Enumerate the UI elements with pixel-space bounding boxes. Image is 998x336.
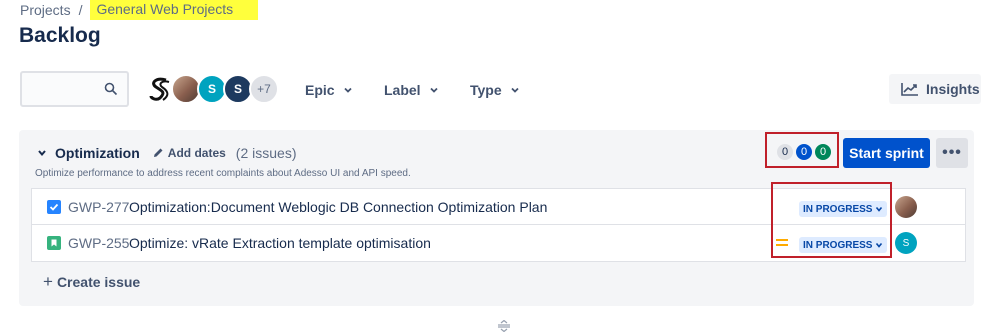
search-input[interactable] bbox=[20, 71, 129, 107]
breadcrumb-project-link[interactable]: General Web Projects bbox=[90, 0, 259, 20]
label-filter[interactable]: Label bbox=[384, 80, 439, 100]
chevron-down-icon bbox=[343, 87, 352, 93]
breadcrumb: Projects / General Web Projects bbox=[20, 0, 259, 20]
type-filter[interactable]: Type bbox=[470, 80, 520, 100]
issue-summary[interactable]: Optimize: vRate Extraction template opti… bbox=[129, 235, 431, 251]
create-issue-label: Create issue bbox=[56, 274, 141, 290]
insights-label: Insights bbox=[926, 81, 980, 97]
s-logo-icon bbox=[149, 77, 170, 101]
sprint-description: Optimize performance to address recent c… bbox=[35, 168, 411, 179]
sprint-container: Optimization Add dates (2 issues) Optimi… bbox=[19, 130, 974, 306]
add-dates-label: Add dates bbox=[167, 146, 226, 160]
chevron-down-icon bbox=[511, 87, 519, 93]
search-icon bbox=[104, 82, 118, 96]
trend-chart-icon bbox=[901, 83, 918, 96]
create-issue-button[interactable]: + Create issue bbox=[43, 272, 140, 292]
more-actions-button[interactable]: ••• bbox=[936, 138, 968, 168]
epic-filter[interactable]: Epic bbox=[305, 80, 353, 100]
breadcrumb-separator: / bbox=[78, 2, 83, 18]
sprint-issue-count: (2 issues) bbox=[235, 145, 297, 161]
assignee-avatar[interactable] bbox=[895, 196, 917, 218]
sprint-header: Optimization Add dates (2 issues) bbox=[37, 144, 296, 162]
plus-icon: + bbox=[43, 272, 53, 291]
issue-summary[interactable]: Optimization:Document Weblogic DB Connec… bbox=[129, 199, 547, 215]
issue-key[interactable]: GWP-255 bbox=[68, 235, 129, 251]
issue-key[interactable]: GWP-277 bbox=[68, 199, 129, 215]
more-avatars-button[interactable]: +7 bbox=[249, 74, 279, 104]
chevron-down-icon[interactable] bbox=[37, 148, 47, 158]
chevron-down-icon bbox=[429, 87, 438, 93]
annotation-box bbox=[771, 182, 892, 258]
sprint-name: Optimization bbox=[55, 145, 140, 161]
assignee-avatar-group: S S +7 bbox=[145, 74, 279, 106]
sprint-status-counts: 0 0 0 bbox=[777, 144, 831, 160]
start-sprint-button[interactable]: Start sprint bbox=[843, 138, 930, 168]
task-checkbox-icon bbox=[47, 200, 61, 214]
story-bookmark-icon bbox=[47, 236, 61, 250]
pencil-icon bbox=[153, 148, 163, 157]
done-count-badge: 0 bbox=[815, 144, 831, 160]
todo-count-badge: 0 bbox=[777, 144, 793, 160]
resize-handle-icon[interactable] bbox=[497, 320, 511, 332]
in-progress-count-badge: 0 bbox=[796, 144, 812, 160]
breadcrumb-projects-link[interactable]: Projects bbox=[20, 2, 71, 18]
page-title: Backlog bbox=[19, 24, 101, 47]
label-filter-label: Label bbox=[384, 82, 421, 98]
add-dates-button[interactable]: Add dates bbox=[152, 146, 226, 160]
epic-filter-label: Epic bbox=[305, 82, 335, 98]
insights-button[interactable]: Insights bbox=[889, 74, 981, 104]
type-filter-label: Type bbox=[470, 82, 502, 98]
assignee-avatar[interactable]: S bbox=[895, 232, 917, 254]
